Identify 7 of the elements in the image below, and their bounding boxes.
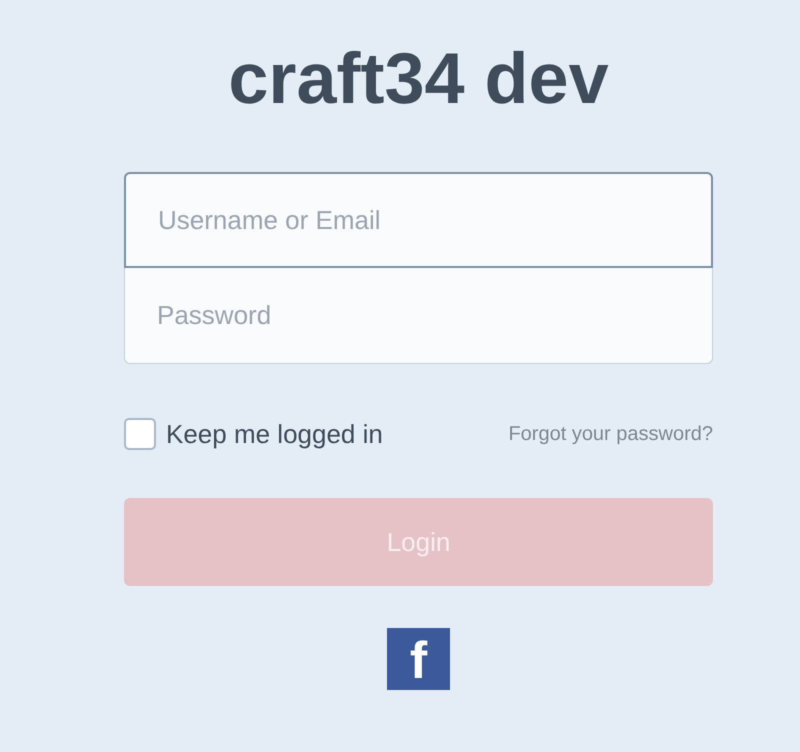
app-title: craft34 dev: [228, 38, 609, 120]
remember-checkbox[interactable]: [124, 418, 156, 450]
forgot-password-link[interactable]: Forgot your password?: [508, 422, 713, 446]
username-field[interactable]: Username or Email: [124, 172, 713, 268]
facebook-login-button[interactable]: f: [387, 628, 450, 690]
password-field[interactable]: Password: [124, 268, 713, 364]
remember-label: Keep me logged in: [166, 418, 383, 450]
